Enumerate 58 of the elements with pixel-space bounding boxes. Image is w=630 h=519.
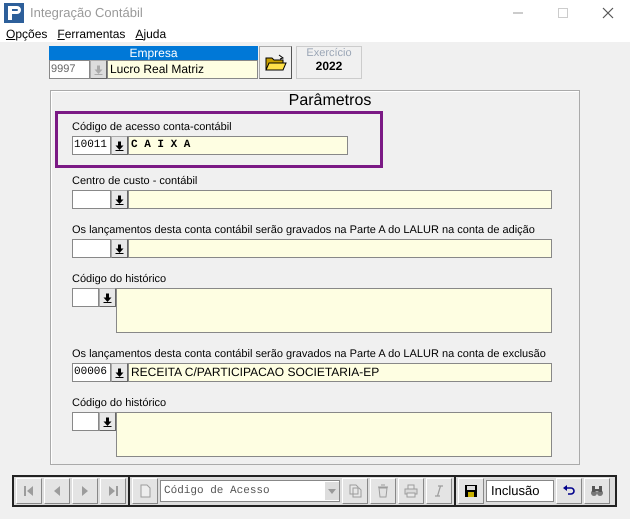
code-field[interactable]: 00006	[72, 363, 111, 382]
lookup-button[interactable]	[111, 239, 128, 258]
fiscal-year-value: 2022	[316, 59, 342, 73]
italic-icon	[432, 484, 446, 498]
description-field[interactable]	[128, 239, 552, 258]
company-code-field[interactable]: 9997	[49, 60, 90, 79]
down-arrow-icon	[115, 194, 124, 204]
search-button[interactable]	[584, 478, 610, 504]
lookup-button[interactable]	[111, 363, 128, 382]
down-arrow-icon	[115, 140, 124, 150]
field-label: Código de acesso conta-contábil	[72, 120, 233, 134]
company-header: Empresa	[49, 46, 258, 60]
down-arrow-icon	[94, 64, 103, 74]
maximize-icon	[557, 6, 569, 18]
panel-title: Parâmetros	[288, 91, 372, 111]
document-icon	[138, 484, 152, 498]
field-label: Os lançamentos desta conta contábil serão gravados na Parte A do LALUR na conta de exclusão	[72, 347, 547, 361]
code-field[interactable]	[72, 412, 99, 431]
skip-back-icon	[22, 484, 36, 498]
code-field[interactable]	[72, 288, 99, 307]
menu-item[interactable]: Ferramentas	[57, 26, 126, 40]
down-arrow-icon	[115, 368, 124, 378]
down-arrow-icon	[103, 416, 112, 426]
code-field[interactable]	[72, 190, 111, 209]
field-label: Centro de custo - contábil	[72, 174, 198, 188]
description-field[interactable]: RECEITA C/PARTICIPACAO SOCIETARIA-EP	[128, 363, 552, 382]
app-logo-icon	[4, 2, 24, 22]
description-field[interactable]: C A I X A	[128, 136, 348, 155]
save-button[interactable]	[458, 478, 484, 504]
lookup-button[interactable]	[111, 190, 128, 209]
field-label: Código do histórico	[72, 272, 168, 286]
skip-forward-icon	[106, 484, 120, 498]
down-arrow-icon	[115, 244, 124, 254]
window-title: Integração Contábil	[30, 5, 143, 20]
menu-item[interactable]: Opções	[6, 26, 48, 40]
lookup-button[interactable]	[99, 412, 116, 431]
open-button[interactable]	[259, 46, 292, 79]
close-icon	[602, 6, 614, 18]
company-name-field[interactable]: Lucro Real Matriz	[107, 60, 258, 79]
printer-icon	[404, 484, 418, 498]
lookup-button[interactable]	[99, 288, 116, 307]
folder-icon	[264, 54, 286, 72]
mode-field: Inclusão	[486, 480, 554, 502]
trash-icon	[376, 484, 390, 498]
field-label: Os lançamentos desta conta contábil serão gravados na Parte A do LALUR na conta de adição	[72, 223, 536, 237]
undo-button[interactable]	[556, 478, 582, 504]
fiscal-year-label: Exercício	[306, 47, 352, 59]
undo-icon	[562, 484, 576, 498]
down-arrow-icon	[103, 292, 112, 302]
field-label: Código do histórico	[72, 396, 168, 410]
code-field[interactable]	[72, 239, 111, 258]
binoculars-icon	[590, 484, 604, 498]
lookup-button[interactable]	[111, 136, 128, 155]
dropdown-arrow-icon	[328, 488, 336, 494]
description-field[interactable]	[128, 190, 552, 209]
menu-item[interactable]: Ajuda	[135, 26, 166, 40]
documents-icon	[348, 484, 362, 498]
code-field[interactable]: 10011	[72, 136, 111, 155]
